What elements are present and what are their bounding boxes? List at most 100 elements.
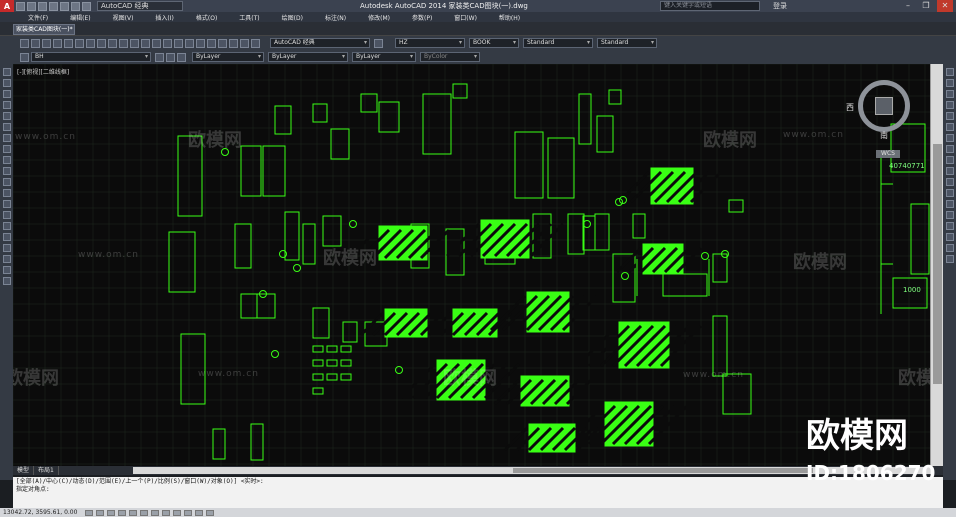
make-current-icon[interactable] <box>155 52 164 62</box>
transparency-icon[interactable] <box>184 509 193 516</box>
workspace-select[interactable]: AutoCAD 经典 <box>97 1 183 11</box>
copy-icon[interactable] <box>86 38 95 48</box>
close-icon[interactable]: ✕ <box>937 0 953 12</box>
vertical-scrollbar[interactable] <box>930 64 943 466</box>
revision-cloud-icon[interactable] <box>2 145 11 153</box>
table-style-dropdown[interactable]: Standard <box>523 38 593 48</box>
tab-document[interactable]: 家装类CAD图块(一)* <box>13 24 75 35</box>
cut-icon[interactable] <box>75 38 84 48</box>
pan-icon[interactable] <box>141 38 150 48</box>
lineweight-dropdown[interactable]: ByLayer <box>352 52 416 62</box>
ortho-mode-icon[interactable] <box>107 509 116 516</box>
break-at-point-icon[interactable] <box>945 189 954 197</box>
polar-tracking-icon[interactable] <box>118 509 127 516</box>
menu-file[interactable]: 文件(F) <box>28 13 48 22</box>
grid-display-icon[interactable] <box>96 509 105 516</box>
chamfer-icon[interactable] <box>945 222 954 230</box>
line-icon[interactable] <box>2 68 11 76</box>
command-window[interactable]: [全部(A)/中心(C)/动态(D)/范围(E)/上一个(P)/比例(S)/窗口… <box>13 477 943 508</box>
object-snap-tracking-icon[interactable] <box>140 509 149 516</box>
print-icon[interactable] <box>60 1 69 11</box>
spline-icon[interactable] <box>2 156 11 164</box>
search-input[interactable]: 键入关键字或短语 <box>660 1 760 11</box>
arc-icon[interactable] <box>2 123 11 131</box>
drawing-canvas[interactable]: [-][俯视][二维线框] www.om.cn www.om.cn www.om… <box>13 64 930 466</box>
text-style-dropdown[interactable]: HZ <box>395 38 465 48</box>
save-icon[interactable] <box>42 38 51 48</box>
ellipse-icon[interactable] <box>2 167 11 175</box>
command-input[interactable] <box>16 494 940 502</box>
blend-icon[interactable] <box>945 244 954 252</box>
circle-icon[interactable] <box>2 134 11 142</box>
gradient-icon[interactable] <box>2 233 11 241</box>
save-as-icon[interactable] <box>49 1 58 11</box>
layer-dropdown[interactable]: BH <box>31 52 151 62</box>
insert-block-icon[interactable] <box>2 189 11 197</box>
match-properties-icon[interactable] <box>108 38 117 48</box>
explode-icon[interactable] <box>945 255 954 263</box>
menu-insert[interactable]: 插入(I) <box>155 13 173 22</box>
quick-properties-icon[interactable] <box>195 509 204 516</box>
multileader-style-dropdown[interactable]: Standard <box>597 38 657 48</box>
undo-icon[interactable] <box>71 1 80 11</box>
construction-line-icon[interactable] <box>2 79 11 87</box>
linetype-dropdown[interactable]: ByLayer <box>268 52 348 62</box>
copy-object-icon[interactable] <box>945 79 954 87</box>
undo-icon[interactable] <box>119 38 128 48</box>
preview-icon[interactable] <box>64 38 73 48</box>
wcs-menu[interactable]: WCS <box>876 150 900 158</box>
vertical-scroll-thumb[interactable] <box>933 144 942 384</box>
open-icon[interactable] <box>31 38 40 48</box>
fillet-icon[interactable] <box>945 233 954 241</box>
menu-parametric[interactable]: 参数(P) <box>412 13 432 22</box>
snap-mode-icon[interactable] <box>85 509 94 516</box>
plotstyle-dropdown[interactable]: ByColor <box>420 52 480 62</box>
workspace-dropdown[interactable]: AutoCAD 经典 <box>270 38 370 48</box>
restore-icon[interactable]: ❐ <box>918 0 934 12</box>
plot-icon[interactable] <box>53 38 62 48</box>
menu-edit[interactable]: 编辑(E) <box>70 13 90 22</box>
autocad-logo-icon[interactable]: A <box>0 0 14 12</box>
menu-view[interactable]: 视图(V) <box>113 13 134 22</box>
compass-west[interactable]: 西 <box>846 102 854 113</box>
hatch-icon[interactable] <box>2 222 11 230</box>
array-icon[interactable] <box>945 112 954 120</box>
rectangle-icon[interactable] <box>2 112 11 120</box>
zoom-realtime-icon[interactable] <box>152 38 161 48</box>
tab-layout1[interactable]: 布局1 <box>34 466 59 475</box>
erase-icon[interactable] <box>945 68 954 76</box>
layer-previous-icon[interactable] <box>166 52 175 62</box>
login-button[interactable]: 登录 <box>773 0 787 12</box>
dim-style-dropdown[interactable]: BOOK <box>469 38 519 48</box>
viewport-controls[interactable]: [-][俯视][二维线框] <box>17 67 69 76</box>
object-snap-icon[interactable] <box>129 509 138 516</box>
viewcube[interactable] <box>858 80 910 132</box>
minimize-icon[interactable]: – <box>900 0 916 12</box>
redo-icon[interactable] <box>130 38 139 48</box>
polyline-icon[interactable] <box>2 90 11 98</box>
mirror-icon[interactable] <box>945 90 954 98</box>
trim-icon[interactable] <box>945 167 954 175</box>
dynamic-input-icon[interactable] <box>162 509 171 516</box>
selection-cycling-icon[interactable] <box>206 509 215 516</box>
sheet-set-icon[interactable] <box>218 38 227 48</box>
menu-format[interactable]: 格式(O) <box>196 13 217 22</box>
region-icon[interactable] <box>2 244 11 252</box>
paste-icon[interactable] <box>97 38 106 48</box>
offset-icon[interactable] <box>945 101 954 109</box>
workspace-settings-icon[interactable] <box>374 38 383 48</box>
new-icon[interactable] <box>20 38 29 48</box>
dynamic-ucs-icon[interactable] <box>151 509 160 516</box>
layer-state-icon[interactable] <box>177 52 186 62</box>
calculator-icon[interactable] <box>240 38 249 48</box>
help-icon[interactable] <box>251 38 260 48</box>
compass-south[interactable]: 南 <box>880 130 888 141</box>
menu-dimension[interactable]: 标注(N) <box>325 13 346 22</box>
open-file-icon[interactable] <box>27 1 36 11</box>
mtext-icon[interactable] <box>2 266 11 274</box>
make-block-icon[interactable] <box>2 200 11 208</box>
redo-icon[interactable] <box>82 1 91 11</box>
table-icon[interactable] <box>2 255 11 263</box>
move-icon[interactable] <box>945 123 954 131</box>
add-selected-icon[interactable] <box>2 277 11 285</box>
